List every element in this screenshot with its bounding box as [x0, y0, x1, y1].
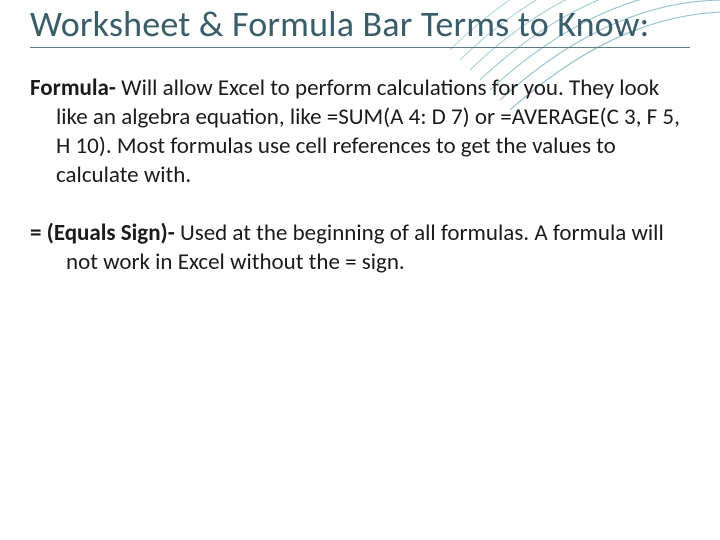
- definition-item: = (Equals Sign)- Used at the beginning o…: [30, 219, 690, 277]
- term-label: Formula-: [30, 74, 116, 102]
- definition-item: Formula- Will allow Excel to perform cal…: [30, 74, 690, 189]
- term-definition: Will allow Excel to perform calculations…: [56, 74, 680, 188]
- term-label: = (Equals Sign)-: [30, 219, 175, 247]
- slide-content: Worksheet & Formula Bar Terms to Know: F…: [0, 0, 720, 277]
- slide-title: Worksheet & Formula Bar Terms to Know:: [30, 4, 690, 48]
